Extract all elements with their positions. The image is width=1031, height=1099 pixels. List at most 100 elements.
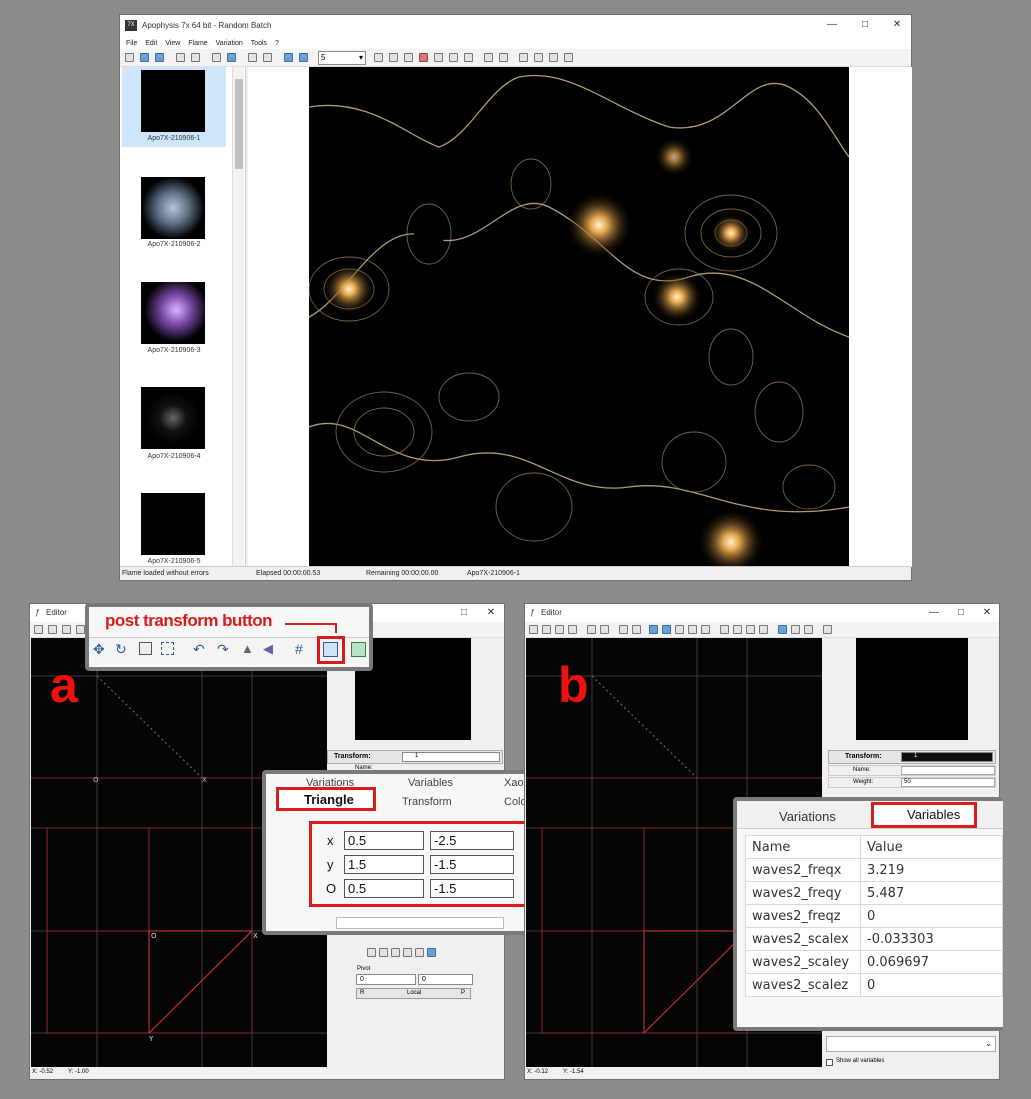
maximize-icon[interactable]: □ [457,606,471,620]
pivot-y-field[interactable]: 0 [418,974,473,985]
pivot-pick-button[interactable]: P [461,990,465,996]
variable-value[interactable]: -0.033303 [860,927,1003,951]
flip-vertical-icon[interactable]: ◀ [263,641,273,657]
tab-triangle[interactable]: Triangle [304,792,354,807]
view-icons-icon[interactable] [227,53,236,62]
table-row[interactable]: waves2_scaley 0.069697 [745,950,1003,974]
menu-help[interactable]: ? [275,40,279,47]
table-row[interactable]: waves2_freqz 0 [745,904,1003,928]
copy-icon[interactable] [48,625,57,634]
editor-b-dropdown[interactable]: ⌄ [826,1036,996,1052]
variable-value[interactable]: 3.219 [860,858,1003,882]
select-icon[interactable] [519,53,528,62]
close-icon[interactable]: ✕ [484,606,498,620]
flip-icon[interactable] [568,625,577,634]
menu-edit[interactable]: Edit [145,40,157,47]
coord-o1-field[interactable]: 0.5 [344,879,424,898]
grid-icon[interactable]: # [295,641,303,657]
zoom-in-icon[interactable] [549,53,558,62]
transform-select[interactable]: 1 [901,752,993,762]
delete-icon[interactable] [62,625,71,634]
flip-v-icon[interactable] [733,625,742,634]
new-icon[interactable] [125,53,134,62]
pivot-reset-button[interactable]: R [360,990,364,996]
menu-flame[interactable]: Flame [188,40,207,47]
rotate-icon[interactable] [534,53,543,62]
maximize-icon[interactable]: □ [954,606,968,620]
scale-icon[interactable] [139,642,152,655]
gradient-icon[interactable] [419,53,428,62]
script-icon[interactable] [449,53,458,62]
view-list-icon[interactable] [212,53,221,62]
options-icon[interactable] [464,53,473,62]
adjust-icon[interactable] [389,53,398,62]
tab-transform[interactable]: Transform [402,796,452,808]
rotate-icon[interactable]: ↻ [115,641,127,658]
post-transform-button[interactable] [791,625,800,634]
table-row[interactable]: waves2_freqx 3.219 [745,858,1003,882]
flip-h-icon[interactable] [720,625,729,634]
open-icon[interactable] [140,53,149,62]
preview-icon[interactable] [484,53,493,62]
thumbnail[interactable] [141,70,205,132]
rot-left-icon[interactable] [746,625,755,634]
editor-icon[interactable] [374,53,383,62]
link-icon[interactable] [191,53,200,62]
thumbnail[interactable] [141,282,205,344]
coord-x2-field[interactable]: -2.5 [430,831,514,850]
rot-right-icon[interactable] [759,625,768,634]
weight-field[interactable]: 50 [901,778,995,787]
pivot-tool-icon[interactable] [379,948,388,957]
move-icon[interactable]: ✥ [93,641,105,658]
new-icon[interactable] [529,625,538,634]
scale-icon[interactable] [701,625,710,634]
close-icon[interactable]: ✕ [980,606,994,620]
variable-value[interactable]: 0 [860,973,1003,997]
move-icon[interactable] [662,625,671,634]
transform-icon[interactable] [499,53,508,62]
fullscreen-icon[interactable] [284,53,293,62]
pivot-tool-icon[interactable] [415,948,424,957]
tab-variations[interactable]: Variations [779,809,836,824]
minimize-icon[interactable]: — [825,18,839,32]
undo-icon[interactable] [587,625,596,634]
menu-file[interactable]: File [126,40,137,47]
scrollbar[interactable] [232,67,244,567]
delete-icon[interactable] [555,625,564,634]
coord-y2-field[interactable]: -1.5 [430,855,514,874]
pivot-tool-icon[interactable] [403,948,412,957]
coord-o2-field[interactable]: -1.5 [430,879,514,898]
quality-select[interactable]: 5 ▾ [318,51,366,65]
undo-icon[interactable]: ↶ [193,641,205,658]
undo-icon[interactable] [248,53,257,62]
mutate-icon[interactable] [404,53,413,62]
redo-icon[interactable] [263,53,272,62]
new-icon[interactable] [34,625,43,634]
reset-transform-icon[interactable] [351,642,366,657]
post-transform-button[interactable] [323,642,338,657]
scrollbar-thumb[interactable] [235,79,243,169]
flip-icon[interactable] [76,625,85,634]
table-row[interactable]: waves2_freqy 5.487 [745,881,1003,905]
tab-variables[interactable]: Variables [907,807,960,822]
menu-view[interactable]: View [165,40,180,47]
menu-tools[interactable]: Tools [251,40,267,47]
redo-icon[interactable]: ↷ [217,641,229,658]
zoom-out-icon[interactable] [564,53,573,62]
select-icon[interactable] [649,625,658,634]
name-field[interactable] [901,766,995,775]
copy-icon[interactable] [542,625,551,634]
tab-variables[interactable]: Variables [408,777,453,789]
variable-value[interactable]: 0.069697 [860,950,1003,974]
thumbnail[interactable] [141,493,205,555]
maximize-icon[interactable]: □ [858,18,872,32]
grid-icon[interactable] [778,625,787,634]
pivot-tool-icon[interactable] [367,948,376,957]
thumbnail-list[interactable]: Apo7X-210906-1 Apo7X-210906-2 Apo7X-2109… [120,67,246,567]
paste-transform-icon[interactable] [632,625,641,634]
pivot-mode-button[interactable]: Local [407,990,421,996]
pivot-tool-icon[interactable] [427,948,436,957]
options-icon[interactable] [823,625,832,634]
show-all-checkbox[interactable] [826,1059,833,1066]
rotate-icon[interactable] [675,625,684,634]
